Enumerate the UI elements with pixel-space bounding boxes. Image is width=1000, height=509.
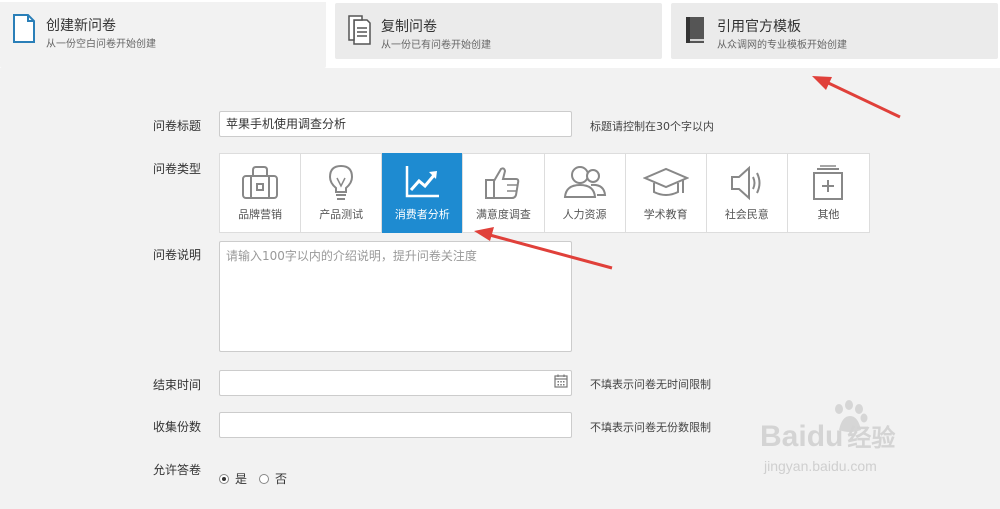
- watermark-suffix: 经验: [847, 425, 896, 452]
- watermark-brand: Bai: [760, 420, 807, 453]
- watermark-url: jingyan.baidu.com: [764, 458, 877, 474]
- arrow-to-selected-type: [474, 227, 613, 270]
- watermark-brand2: du: [806, 420, 844, 453]
- arrow-to-template-tab: [812, 76, 901, 119]
